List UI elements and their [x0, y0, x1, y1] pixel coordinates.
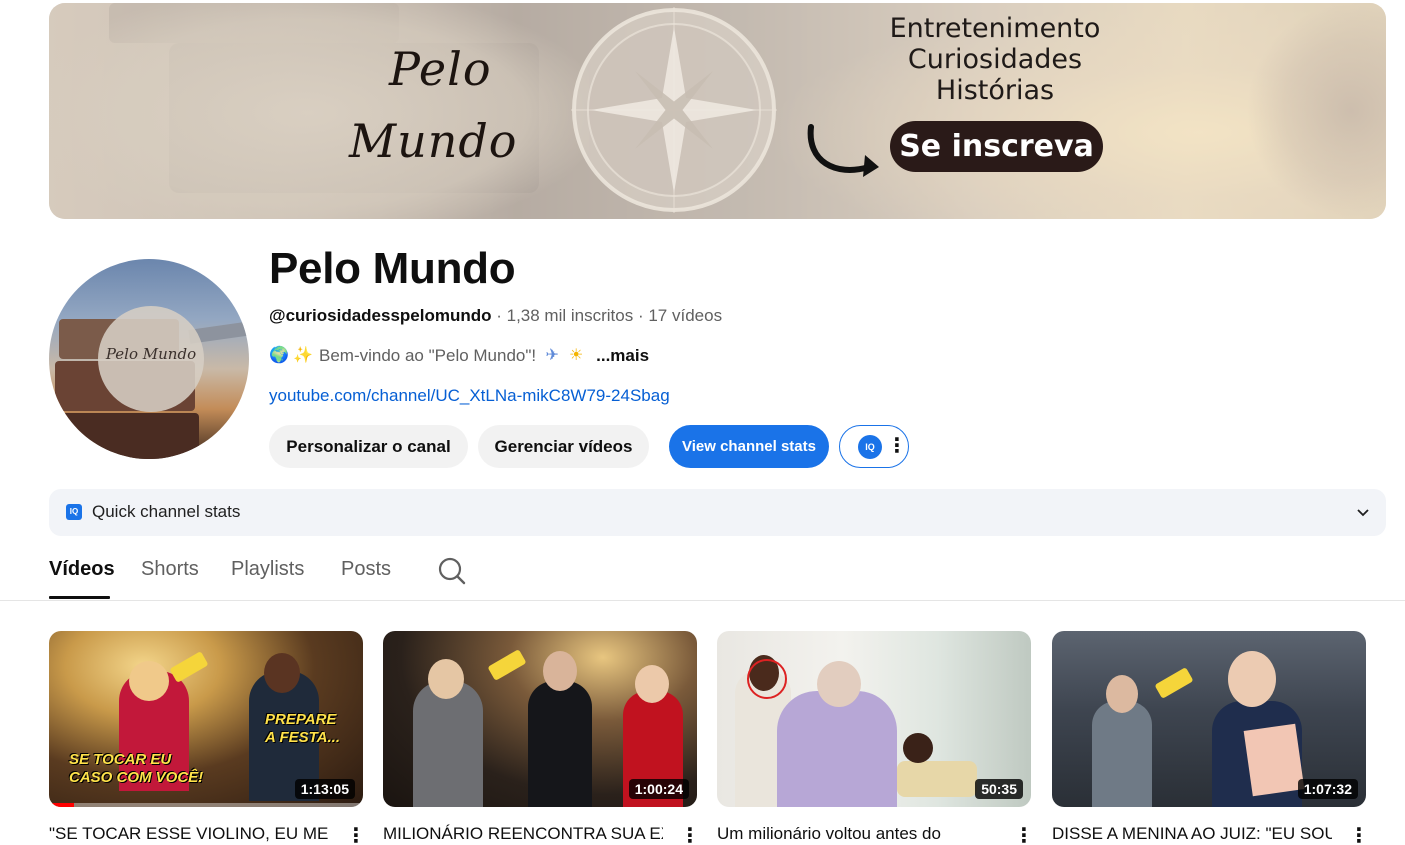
- watch-progress-fill: [49, 803, 75, 807]
- thumb-figure: [413, 681, 483, 807]
- compass-icon: [571, 7, 777, 213]
- channel-link[interactable]: youtube.com/channel/UC_XtLNa-mikC8W79-24…: [269, 386, 670, 406]
- search-icon[interactable]: [438, 557, 466, 585]
- banner-brush-right: [1246, 3, 1386, 219]
- sparkles-icon: ✨: [293, 347, 313, 364]
- video-card[interactable]: 1:07:32 DISSE A MENINA AO JUIZ: "EU SOU …: [1052, 631, 1369, 845]
- thumb-figure: [777, 691, 897, 807]
- quick-channel-stats-bar[interactable]: IQ Quick channel stats: [49, 489, 1386, 536]
- tab-videos[interactable]: Vídeos: [49, 558, 115, 581]
- thumb-caption: SE TOCAR EU CASO COM VOCÊ!: [69, 751, 204, 786]
- globe-icon: 🌍: [269, 347, 289, 364]
- video-title[interactable]: DISSE A MENINA AO JUIZ: "EU SOU: [1052, 824, 1332, 844]
- meta-separator: ·: [633, 306, 649, 325]
- video-thumbnail[interactable]: 1:00:24: [383, 631, 697, 807]
- banner-tagline-line: Curiosidades: [907, 44, 1083, 75]
- channel-handle: @curiosidadesspelomundo: [269, 306, 492, 325]
- video-title[interactable]: "SE TOCAR ESSE VIOLINO, EU ME: [49, 824, 329, 844]
- sun-icon: ☀: [568, 347, 584, 364]
- curved-arrow-icon: [807, 124, 879, 177]
- customize-channel-button[interactable]: Personalizar o canal: [269, 425, 468, 468]
- video-duration: 50:35: [975, 779, 1023, 799]
- video-thumbnail[interactable]: 1:07:32: [1052, 631, 1366, 807]
- thumb-figure-head: [1106, 675, 1138, 713]
- thumb-figure-head: [635, 665, 669, 703]
- channel-banner: Pelo Mundo Entretenimento Curiosidades H…: [49, 3, 1386, 219]
- more-vert-icon[interactable]: ⋮: [887, 436, 907, 456]
- chevron-down-icon[interactable]: [1356, 506, 1370, 520]
- thumb-heart-sign: [1243, 723, 1305, 797]
- more-vert-icon[interactable]: ⋮: [680, 823, 700, 845]
- video-title[interactable]: MILIONÁRIO REENCONTRA SUA EX: [383, 824, 663, 844]
- video-card[interactable]: 1:00:24 MILIONÁRIO REENCONTRA SUA EX ⋮: [383, 631, 700, 845]
- airplane-icon: ✈: [545, 347, 559, 364]
- channel-meta: @curiosidadesspelomundo · 1,38 mil inscr…: [269, 306, 722, 326]
- iq-logo-icon: IQ: [66, 504, 82, 520]
- channel-description[interactable]: 🌍 ✨ Bem-vindo ao "Pelo Mundo"! ✈ ☀ ...ma…: [269, 346, 649, 366]
- video-duration: 1:07:32: [1297, 779, 1358, 799]
- thumb-figure-head: [543, 651, 577, 691]
- yellow-arrow-icon: [1154, 667, 1194, 699]
- thumb-figure-head: [428, 659, 464, 699]
- thumb-figure-head: [817, 661, 861, 707]
- description-more-link[interactable]: ...mais: [596, 346, 649, 366]
- channel-avatar[interactable]: Pelo Mundo: [49, 259, 249, 459]
- video-count: 17 vídeos: [648, 306, 723, 325]
- video-thumbnail[interactable]: SE TOCAR EU CASO COM VOCÊ! PREPARE A FES…: [49, 631, 363, 807]
- yellow-arrow-icon: [169, 651, 209, 683]
- video-thumbnail[interactable]: 50:35: [717, 631, 1031, 807]
- highlight-circle-icon: [747, 659, 787, 699]
- channel-name: Pelo Mundo: [269, 244, 516, 293]
- thumb-caption: PREPARE A FESTA...: [265, 711, 340, 746]
- video-card[interactable]: SE TOCAR EU CASO COM VOCÊ! PREPARE A FES…: [49, 631, 366, 845]
- more-vert-icon[interactable]: ⋮: [346, 823, 366, 845]
- more-vert-icon[interactable]: ⋮: [1014, 823, 1034, 845]
- avatar-logo-text: Pelo Mundo: [105, 345, 197, 363]
- thumb-figure-head: [264, 653, 300, 693]
- banner-subscribe-badge: Se inscreva: [890, 121, 1103, 172]
- quick-stats-label: Quick channel stats: [92, 502, 241, 521]
- video-duration: 1:00:24: [628, 779, 689, 799]
- view-channel-stats-button[interactable]: View channel stats: [669, 425, 829, 468]
- more-vert-icon[interactable]: ⋮: [1349, 823, 1369, 845]
- banner-tagline: Entretenimento Curiosidades Histórias: [864, 13, 1126, 106]
- description-text: Bem-vindo ao "Pelo Mundo"!: [319, 346, 537, 365]
- tab-playlists[interactable]: Playlists: [231, 558, 304, 581]
- tab-posts[interactable]: Posts: [341, 558, 391, 581]
- thumb-baby: [903, 733, 933, 763]
- thumb-figure: [1092, 701, 1152, 807]
- thumb-basin: [897, 761, 977, 797]
- tabs-divider: [0, 600, 1405, 601]
- subscriber-count: 1,38 mil inscritos: [506, 306, 634, 325]
- iq-logo-icon: IQ: [858, 435, 882, 459]
- thumb-figure-head: [1228, 651, 1276, 707]
- tab-shorts[interactable]: Shorts: [141, 558, 199, 581]
- video-title[interactable]: Um milionário voltou antes do: [717, 824, 997, 844]
- manage-videos-button[interactable]: Gerenciar vídeos: [478, 425, 649, 468]
- banner-logo-line1: Pelo: [389, 42, 492, 96]
- banner-tagline-line: Entretenimento: [889, 13, 1101, 44]
- active-tab-indicator: [49, 596, 110, 599]
- thumb-figure-head: [129, 661, 169, 701]
- meta-separator: ·: [491, 306, 507, 325]
- banner-logo-script: Pelo Mundo: [349, 33, 549, 183]
- video-card[interactable]: 50:35 Um milionário voltou antes do ⋮: [717, 631, 1034, 845]
- iq-extension-button[interactable]: IQ ⋮: [839, 425, 909, 468]
- video-duration: 1:13:05: [294, 779, 355, 799]
- banner-tagline-line: Histórias: [935, 75, 1055, 106]
- thumb-figure: [528, 681, 592, 807]
- watch-progress: [49, 803, 363, 807]
- yellow-arrow-icon: [487, 649, 527, 681]
- banner-logo-line2: Mundo: [349, 114, 518, 168]
- avatar-suitcase: [49, 413, 199, 459]
